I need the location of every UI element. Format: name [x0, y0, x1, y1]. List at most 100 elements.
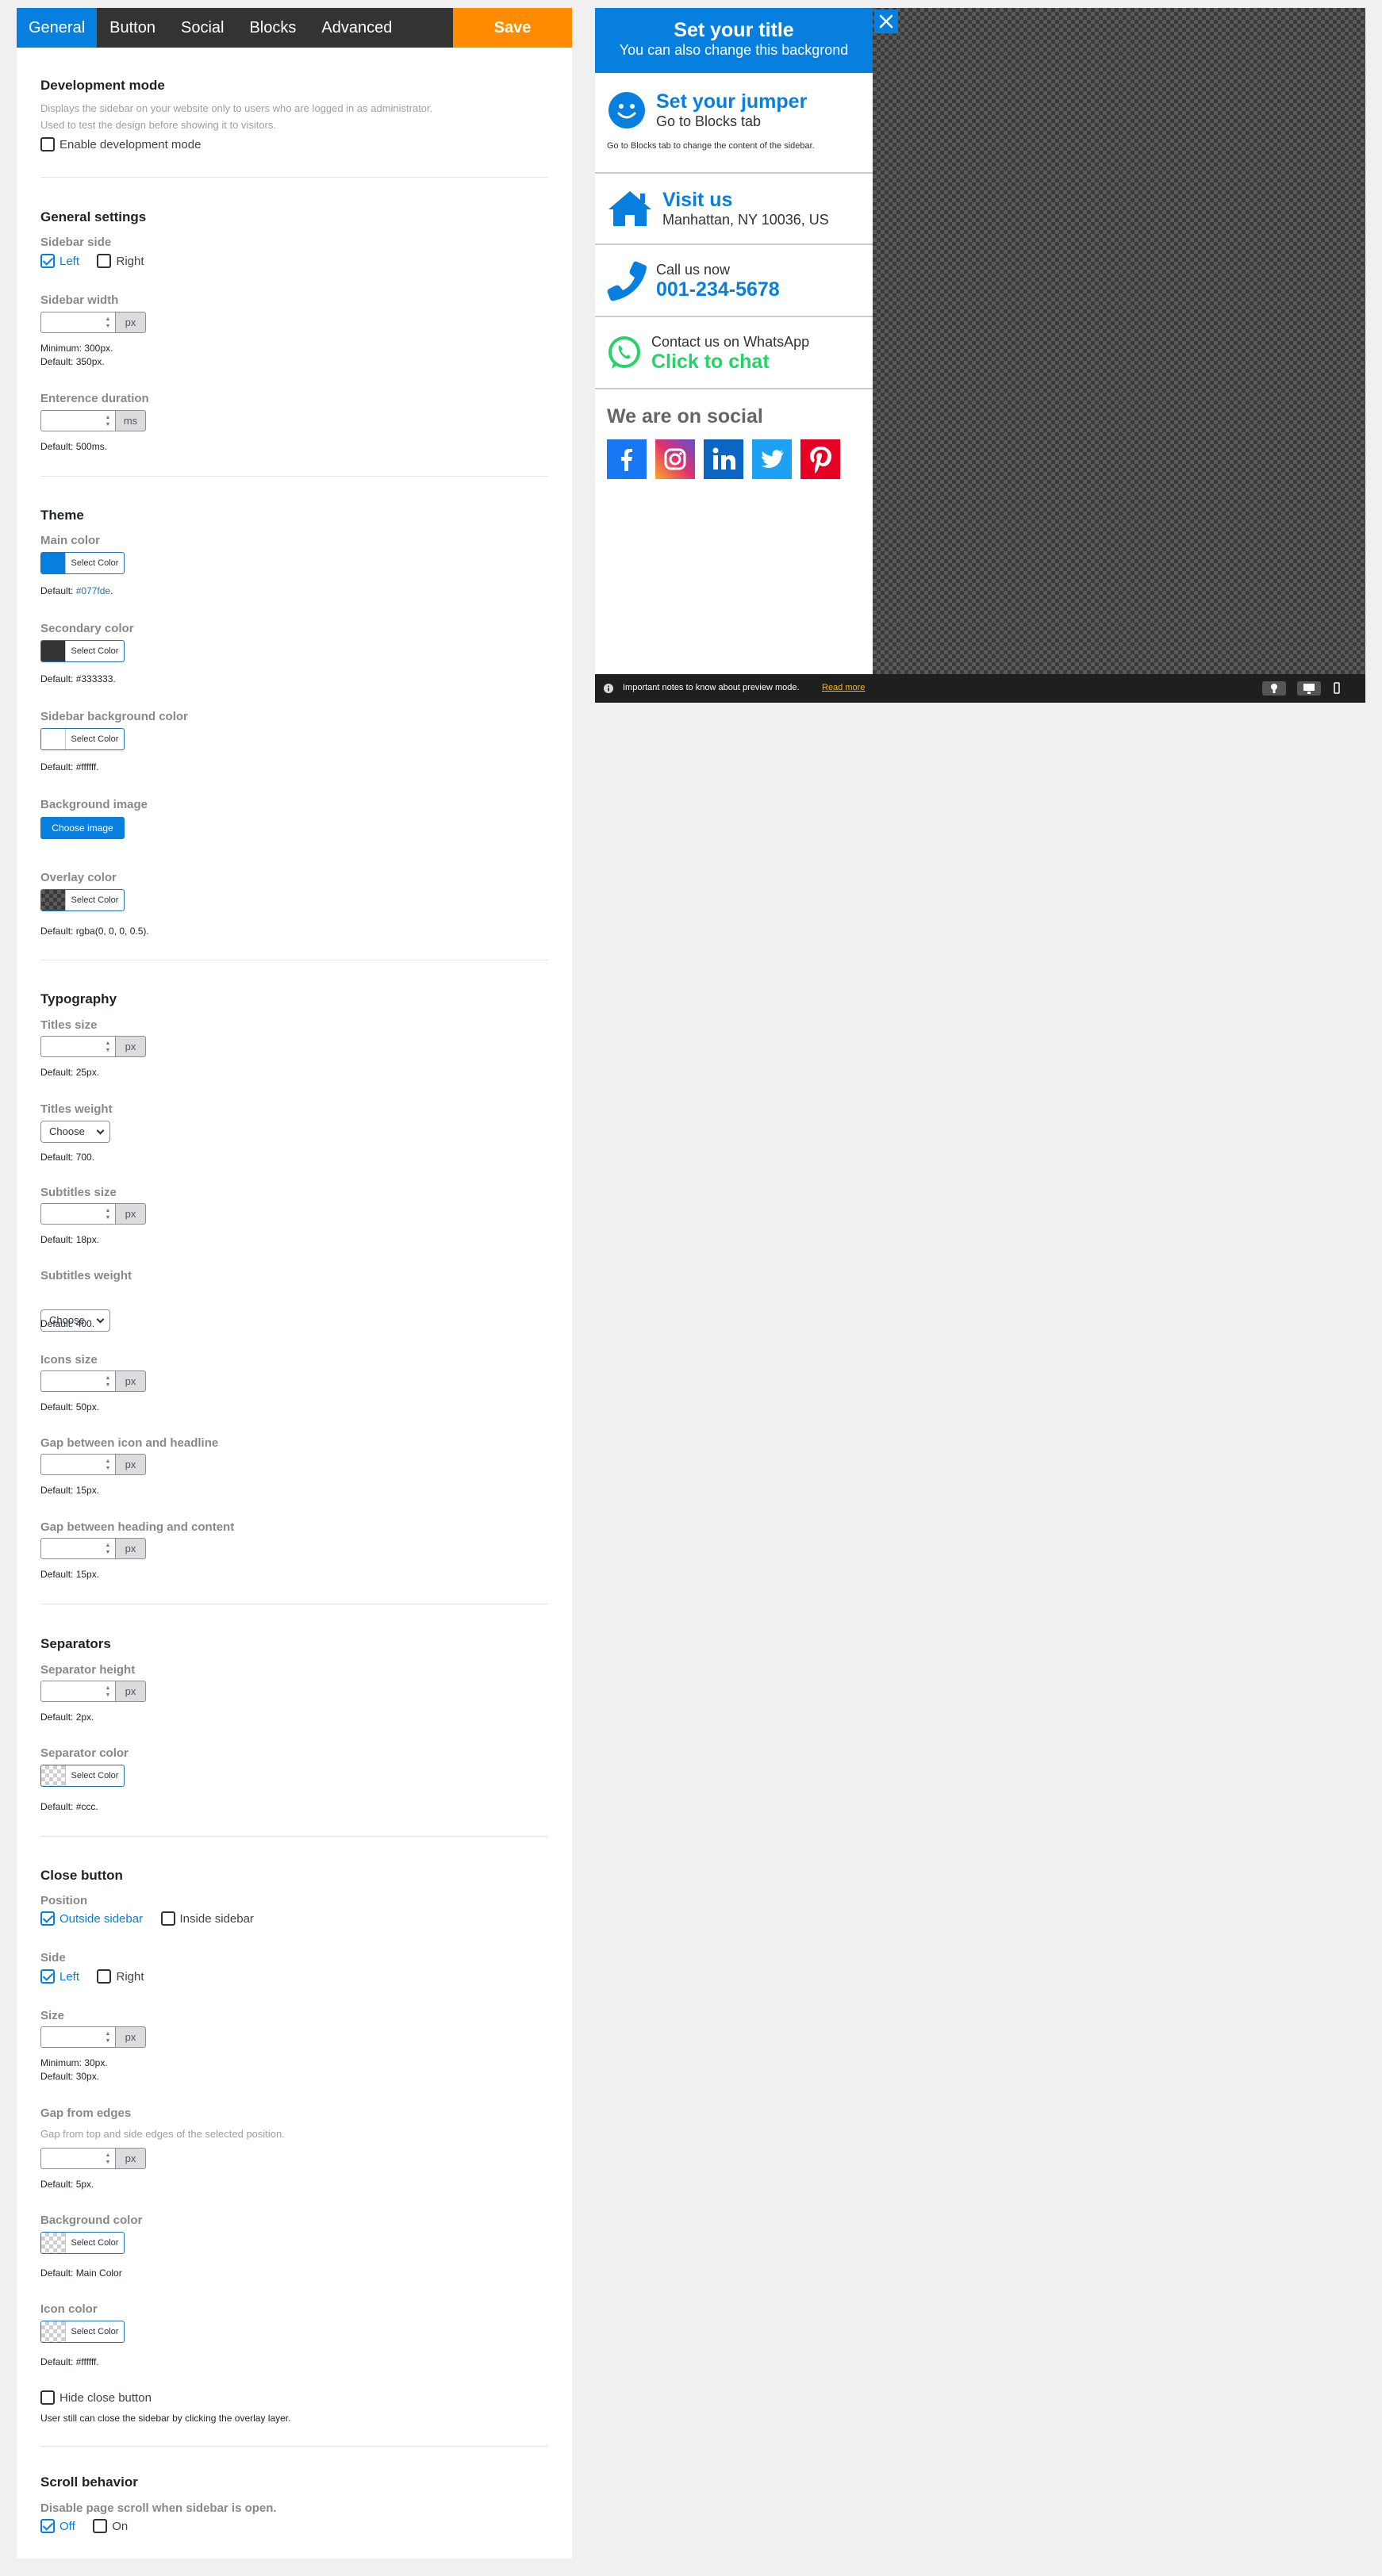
choose-image-button[interactable]: Choose image — [40, 817, 125, 839]
linkedin-icon[interactable] — [704, 439, 743, 479]
block-jumper[interactable]: Set your jumper Go to Blocks tab Go to B… — [595, 73, 873, 172]
select-color-button[interactable]: Select Color — [65, 641, 124, 661]
close-icon-color-swatch[interactable] — [41, 2321, 65, 2342]
checkbox-label: Enable development mode — [60, 137, 202, 151]
spin-arrows-icon[interactable]: ▲ ▼ — [105, 1040, 111, 1054]
select-color-button[interactable]: Select Color — [65, 553, 124, 573]
sidebar-width-input[interactable]: ▲ ▼ px — [40, 312, 146, 333]
spin-arrows-icon[interactable]: ▲ ▼ — [105, 316, 111, 330]
lightbulb-toggle[interactable] — [1262, 681, 1286, 696]
overlay-color-swatch[interactable] — [41, 890, 65, 910]
spin-arrows-icon[interactable]: ▲ ▼ — [105, 1458, 111, 1472]
call-headline: 001-234-5678 — [656, 278, 780, 301]
overlay-color-picker[interactable]: Select Color — [40, 889, 125, 911]
instagram-icon[interactable] — [655, 439, 695, 479]
separator-color-picker[interactable]: Select Color — [40, 1765, 125, 1787]
desktop-view-toggle[interactable] — [1297, 681, 1321, 696]
read-more-link[interactable]: Read more — [822, 683, 865, 692]
number-field[interactable]: ▲ ▼ — [40, 1681, 116, 1702]
select-color-button[interactable]: Select Color — [65, 890, 124, 910]
number-field[interactable]: ▲ ▼ — [40, 1454, 116, 1475]
select-color-button[interactable]: Select Color — [65, 2321, 124, 2342]
facebook-icon[interactable] — [607, 439, 647, 479]
default-color-link[interactable]: #077fde — [76, 585, 110, 596]
separator-color-swatch[interactable] — [41, 1765, 65, 1786]
sidebar-bg-color-swatch[interactable] — [41, 729, 65, 749]
spin-arrows-icon[interactable]: ▲ ▼ — [105, 2030, 111, 2045]
tab-general[interactable]: General — [17, 8, 98, 48]
gap-icon-headline-input[interactable]: ▲ ▼ px — [40, 1454, 146, 1475]
pinterest-icon[interactable] — [800, 439, 840, 479]
select-color-button[interactable]: Select Color — [65, 1765, 124, 1786]
sidebar-bg-color-picker[interactable]: Select Color — [40, 728, 125, 750]
mobile-view-toggle[interactable] — [1329, 681, 1345, 696]
close-bg-color-picker[interactable]: Select Color — [40, 2232, 125, 2254]
checkbox-box[interactable] — [93, 2519, 108, 2533]
block-visit-us[interactable]: Visit us Manhattan, NY 10036, US — [595, 174, 873, 243]
close-side-label: Side — [40, 1951, 66, 1965]
close-position-inside[interactable]: Inside sidebar — [160, 1911, 254, 1926]
checkbox-box[interactable] — [40, 1911, 55, 1926]
separator-height-input[interactable]: ▲ ▼ px — [40, 1681, 146, 1702]
checkbox-box[interactable] — [40, 137, 55, 151]
spin-arrows-icon[interactable]: ▲ ▼ — [105, 1685, 111, 1699]
save-button[interactable]: Save — [453, 8, 572, 48]
close-side-right[interactable]: Right — [97, 1969, 144, 1984]
close-side-left[interactable]: Left — [40, 1969, 79, 1984]
secondary-color-picker[interactable]: Select Color — [40, 640, 125, 662]
scroll-on[interactable]: On — [93, 2519, 128, 2533]
spin-arrows-icon[interactable]: ▲ ▼ — [105, 1542, 111, 1556]
checkbox-box[interactable] — [97, 254, 112, 268]
checkbox-box[interactable] — [40, 254, 55, 268]
checkbox-box[interactable] — [160, 1911, 175, 1926]
titles-weight-select[interactable]: Choose — [40, 1121, 110, 1143]
spin-arrows-icon[interactable]: ▲ ▼ — [105, 414, 111, 428]
spin-arrows-icon[interactable]: ▲ ▼ — [105, 1374, 111, 1389]
subtitles-size-input[interactable]: ▲ ▼ px — [40, 1203, 146, 1225]
checkbox-box[interactable] — [40, 2519, 55, 2533]
tab-button[interactable]: Button — [97, 8, 168, 48]
close-bg-color-swatch[interactable] — [41, 2233, 65, 2253]
main-color-picker[interactable]: Select Color — [40, 552, 125, 574]
close-size-input[interactable]: ▲ ▼ px — [40, 2026, 146, 2048]
tab-advanced[interactable]: Advanced — [309, 8, 405, 48]
number-field[interactable]: ▲ ▼ — [40, 1036, 116, 1057]
number-field[interactable]: ▲ ▼ — [40, 1538, 116, 1559]
block-whatsapp[interactable]: Contact us on WhatsApp Click to chat — [595, 317, 873, 388]
main-color-swatch[interactable] — [41, 553, 65, 573]
gap-heading-content-input[interactable]: ▲ ▼ px — [40, 1538, 146, 1559]
select-color-button[interactable]: Select Color — [65, 2233, 124, 2253]
number-field[interactable]: ▲ ▼ — [40, 2026, 116, 2048]
checkbox-box[interactable] — [97, 1969, 112, 1984]
spin-arrows-icon[interactable]: ▲ ▼ — [105, 2152, 111, 2166]
option-label: Right — [116, 1969, 144, 1984]
block-call[interactable]: Call us now 001-234-5678 — [595, 245, 873, 316]
duration-input[interactable]: ▲ ▼ ms — [40, 410, 146, 431]
enable-dev-mode-checkbox[interactable]: Enable development mode — [40, 137, 201, 151]
sidebar-side-right[interactable]: Right — [97, 254, 144, 268]
checkbox-box[interactable] — [40, 1969, 55, 1984]
number-field[interactable]: ▲ ▼ — [40, 1203, 116, 1225]
select-color-button[interactable]: Select Color — [65, 729, 124, 749]
gap-from-edges-input[interactable]: ▲ ▼ px — [40, 2148, 146, 2169]
visit-headline: Visit us — [662, 189, 733, 211]
number-field[interactable]: ▲ ▼ — [40, 312, 116, 333]
number-field[interactable]: ▲ ▼ — [40, 410, 116, 431]
close-sidebar-button[interactable] — [874, 10, 898, 33]
close-position-outside[interactable]: Outside sidebar — [40, 1911, 143, 1926]
tab-blocks[interactable]: Blocks — [236, 8, 309, 48]
secondary-color-swatch[interactable] — [41, 641, 65, 661]
icons-size-input[interactable]: ▲ ▼ px — [40, 1370, 146, 1392]
spin-arrows-icon[interactable]: ▲ ▼ — [105, 1207, 111, 1221]
sidebar-side-left[interactable]: Left — [40, 254, 79, 268]
close-icon-color-picker[interactable]: Select Color — [40, 2321, 125, 2343]
option-label: Inside sidebar — [179, 1911, 254, 1926]
twitter-icon[interactable] — [752, 439, 792, 479]
tab-social[interactable]: Social — [168, 8, 236, 48]
number-field[interactable]: ▲ ▼ — [40, 2148, 116, 2169]
titles-size-input[interactable]: ▲ ▼ px — [40, 1036, 146, 1057]
checkbox-box[interactable] — [40, 2390, 55, 2405]
hide-close-button-checkbox[interactable]: Hide close button — [40, 2390, 152, 2405]
scroll-off[interactable]: Off — [40, 2519, 75, 2533]
number-field[interactable]: ▲ ▼ — [40, 1370, 116, 1392]
